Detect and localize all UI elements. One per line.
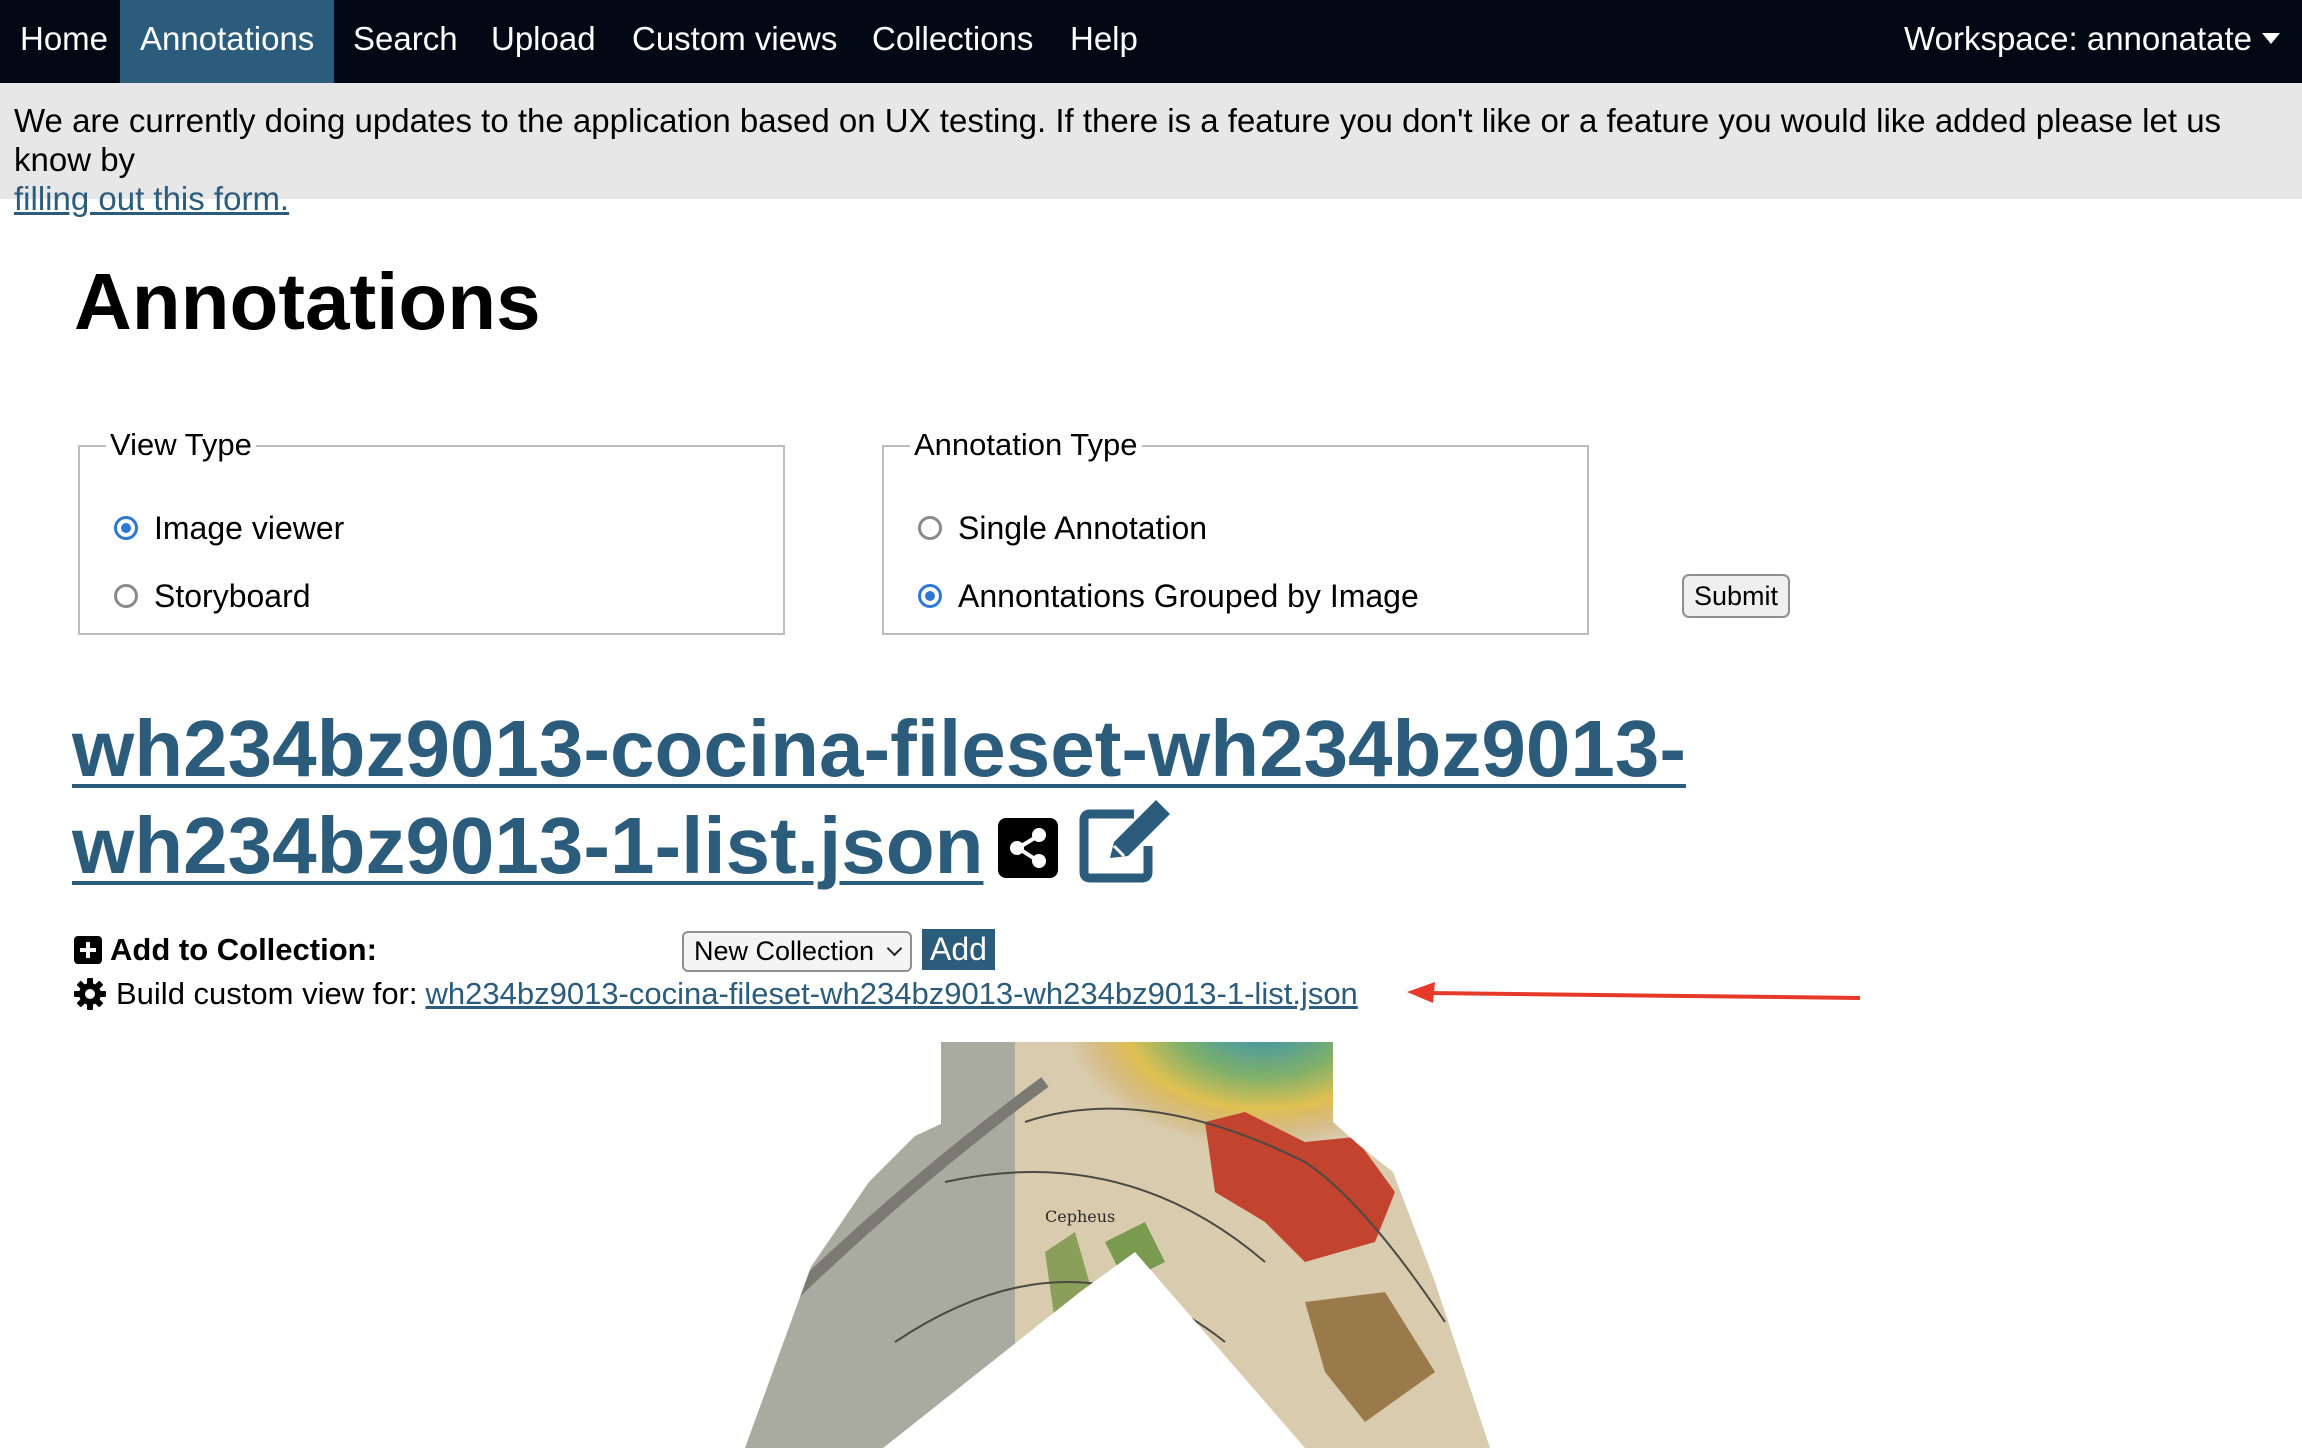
feedback-form-link[interactable]: filling out this form. — [14, 180, 289, 217]
nav-home[interactable]: Home — [0, 0, 128, 83]
annotation-arrow — [1407, 982, 1861, 1003]
custom-view-label: Build custom view for: — [116, 976, 418, 1011]
nav-upload[interactable]: Upload — [471, 0, 616, 83]
add-to-collection-label: Add to Collection: — [110, 932, 377, 967]
custom-view-row: Build custom view for: wh234bz9013-cocin… — [74, 974, 1358, 1014]
radio-label[interactable]: Single Annotation — [958, 510, 1207, 547]
collection-select-value: New Collection — [694, 936, 875, 966]
annotation-type-fieldset: Annotation Type Single Annotation Annont… — [882, 427, 1589, 635]
custom-view-link[interactable]: wh234bz9013-cocina-fileset-wh234bz9013-w… — [426, 976, 1358, 1012]
add-to-collection-row: Add to Collection: — [74, 930, 377, 970]
radio-button-checked[interactable] — [114, 516, 138, 540]
add-button[interactable]: Add — [922, 929, 995, 970]
radio-grouped-by-image[interactable]: Annontations Grouped by Image — [918, 576, 1419, 616]
view-type-fieldset: View Type Image viewer Storyboard — [78, 427, 785, 635]
collection-select[interactable]: New Collection — [682, 931, 912, 972]
share-icon[interactable] — [998, 818, 1058, 878]
radio-image-viewer[interactable]: Image viewer — [114, 508, 344, 548]
notice-banner: We are currently doing updates to the ap… — [0, 83, 2302, 217]
nav-search[interactable]: Search — [333, 0, 478, 83]
caret-down-icon — [2262, 32, 2280, 44]
page-title: Annotations — [74, 257, 541, 346]
nav-annotations[interactable]: Annotations — [120, 0, 335, 83]
workspace-label: Workspace: annonatate — [1904, 20, 2252, 57]
submit-button[interactable]: Submit — [1682, 574, 1790, 618]
radio-single-annotation[interactable]: Single Annotation — [918, 508, 1207, 548]
view-type-legend: View Type — [106, 427, 256, 463]
file-title-link-line1[interactable]: wh234bz9013-cocina-fileset-wh234bz9013- — [72, 704, 1686, 793]
radio-button[interactable] — [114, 584, 138, 608]
map-label: Cepheus — [1045, 1207, 1115, 1226]
banner-text: We are currently doing updates to the ap… — [14, 102, 2222, 178]
nav-custom-views[interactable]: Custom views — [612, 0, 857, 83]
nav-help[interactable]: Help — [1050, 0, 1158, 83]
map-image: Cepheus — [745, 1042, 1490, 1448]
file-title-link-line2[interactable]: wh234bz9013-1-list.json — [72, 801, 983, 890]
nav-collections[interactable]: Collections — [852, 0, 1053, 83]
file-title: wh234bz9013-cocina-fileset-wh234bz9013- … — [72, 700, 1712, 894]
radio-storyboard[interactable]: Storyboard — [114, 576, 311, 616]
top-navbar: Home Annotations Search Upload Custom vi… — [0, 0, 2302, 83]
annotation-type-legend: Annotation Type — [910, 427, 1142, 463]
workspace-dropdown[interactable]: Workspace: annonatate — [1904, 0, 2280, 83]
chevron-down-icon — [886, 940, 903, 957]
radio-label[interactable]: Image viewer — [154, 510, 344, 547]
radio-label[interactable]: Storyboard — [154, 578, 311, 615]
plus-square-icon — [74, 936, 102, 964]
radio-button[interactable] — [918, 516, 942, 540]
gear-icon — [74, 978, 106, 1010]
radio-button-checked[interactable] — [918, 584, 942, 608]
radio-label[interactable]: Annontations Grouped by Image — [958, 578, 1419, 615]
edit-icon[interactable] — [1078, 800, 1172, 884]
